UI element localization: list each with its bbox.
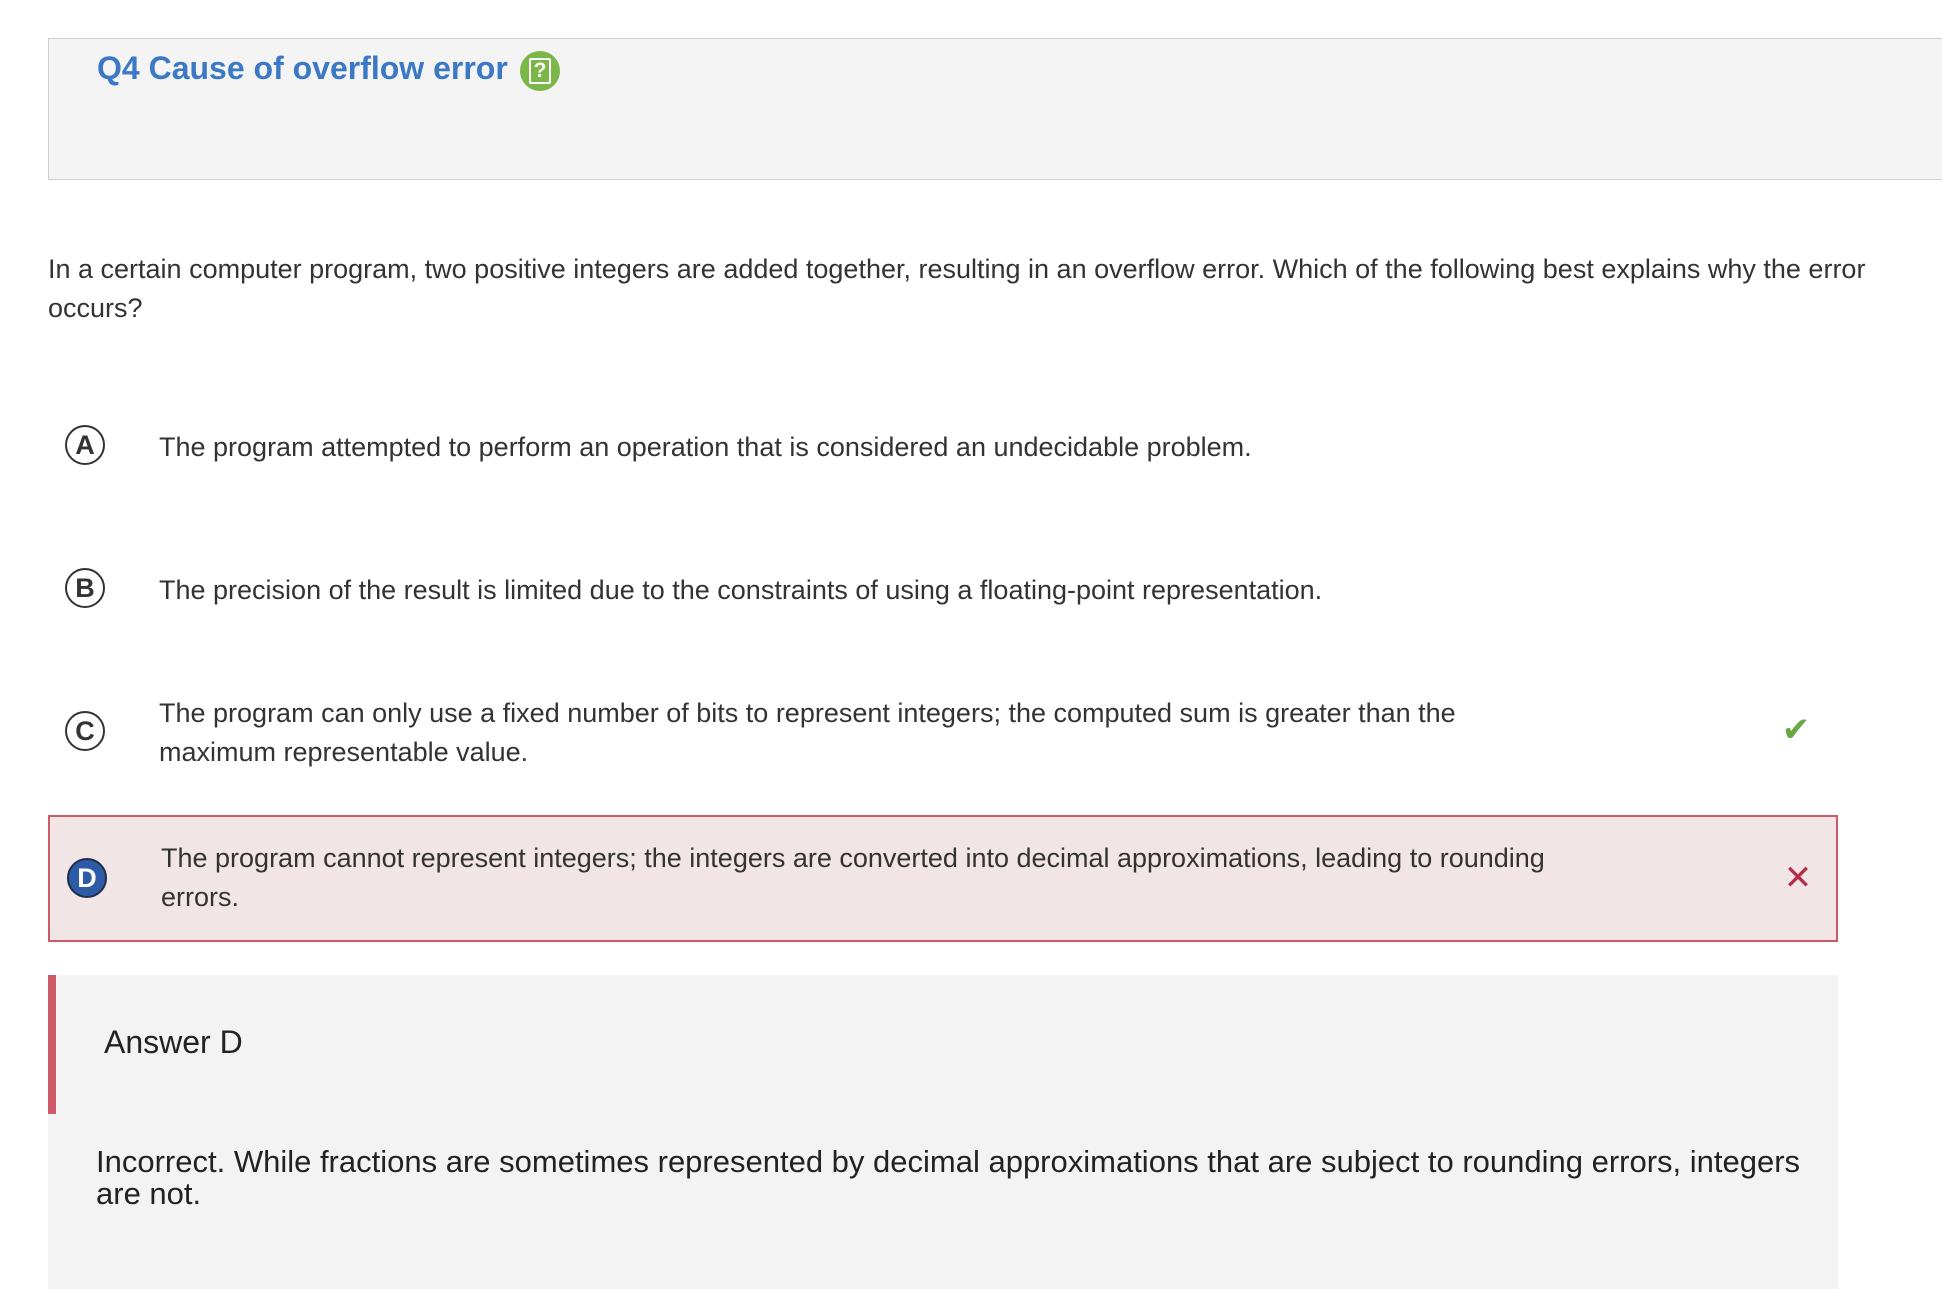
option-c-letter[interactable]: C [65,711,105,751]
option-d[interactable]: D The program cannot represent integers;… [48,815,1838,942]
option-c[interactable]: C The program can only use a fixed numbe… [48,690,1838,810]
help-icon-glyph: ? [529,58,551,84]
option-a-letter[interactable]: A [65,425,105,465]
checkmark-icon: ✔ [1781,711,1811,749]
cross-icon: ✕ [1783,859,1813,897]
option-b-letter[interactable]: B [65,568,105,608]
feedback-accent-bar [48,975,56,1114]
option-b[interactable]: B The precision of the result is limited… [48,548,1838,633]
answer-feedback: Answer D Incorrect. While fractions are … [48,975,1838,1289]
feedback-heading: Answer D [104,1024,243,1060]
question-prompt: In a certain computer program, two posit… [48,254,1866,323]
feedback-text: Incorrect. While fractions are sometimes… [96,1144,1801,1211]
option-d-text: The program cannot represent integers; t… [161,843,1545,912]
option-d-letter[interactable]: D [67,858,107,898]
option-b-text: The precision of the result is limited d… [159,575,1323,605]
question-title: Q4 Cause of overflow error [97,50,508,86]
option-c-text: The program can only use a fixed number … [159,698,1456,767]
option-a[interactable]: A The program attempted to perform an op… [48,405,1838,490]
option-a-text: The program attempted to perform an oper… [159,432,1252,462]
question-mark-icon[interactable]: ? [520,51,560,91]
